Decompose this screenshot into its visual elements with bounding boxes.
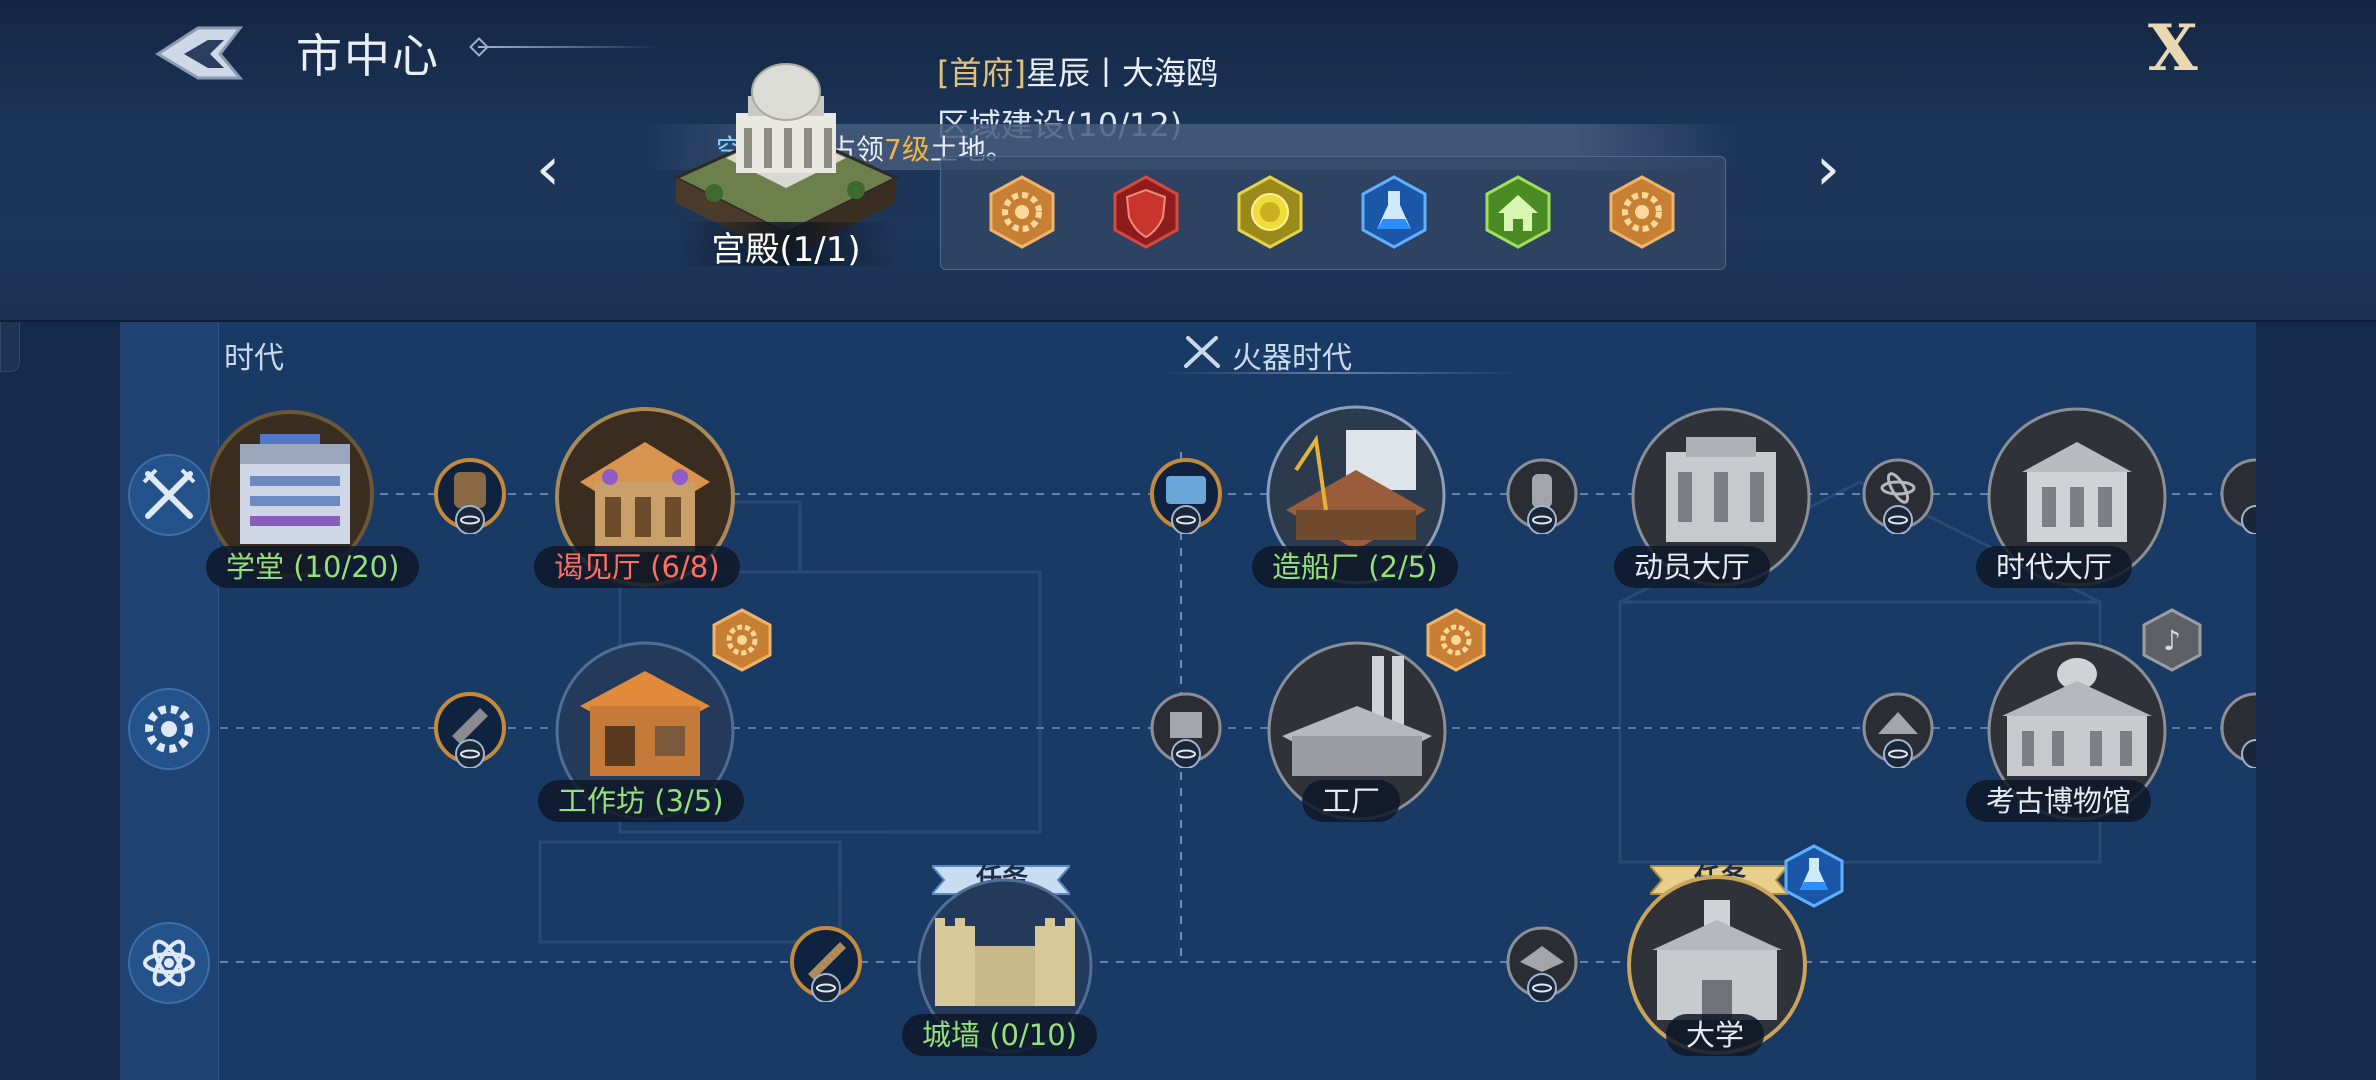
locked-badge-icon[interactable]: [2216, 454, 2256, 534]
owner-name: 星辰丨大海鸥: [1025, 54, 1218, 92]
university-label: 大学: [1666, 1014, 1765, 1056]
upgrade-badge-icon[interactable]: [786, 922, 866, 1002]
school-label: 学堂 (10/20): [206, 546, 420, 588]
palace-label: 宫殿(1/1): [676, 222, 896, 270]
bonus-icon-tray: [940, 156, 1726, 270]
era-hall-label: 时代大厅: [1976, 546, 2133, 588]
gear-icon[interactable]: [124, 684, 214, 774]
era-label-firearms: 火器时代: [1232, 341, 1352, 376]
capital-tag: [首府]: [937, 54, 1026, 92]
workshop-label: 工作坊 (3/5): [538, 780, 744, 822]
era-label-left: 时代: [224, 341, 284, 376]
factory-label: 工厂: [1302, 780, 1401, 822]
upgrade-badge-icon[interactable]: [430, 688, 510, 768]
upgrade-badge-icon[interactable]: [430, 454, 510, 534]
close-button[interactable]: X: [2148, 14, 2198, 84]
era-underline: [1160, 372, 1520, 374]
locked-badge-icon[interactable]: [2216, 688, 2256, 768]
city-wall-label: 城墙 (0/10): [902, 1014, 1097, 1056]
locked-badge-icon[interactable]: [1502, 922, 1582, 1002]
coin-yellow-icon[interactable]: [1233, 175, 1307, 249]
archaeology-museum-label: 考古博物馆: [1966, 780, 2152, 822]
shipyard-label: 造船厂 (2/5): [1252, 546, 1458, 588]
back-arrow-icon[interactable]: [150, 18, 250, 88]
previous-arrow-icon[interactable]: ‹: [536, 134, 560, 204]
title-divider: [478, 46, 658, 48]
crossed-swords-icon[interactable]: [124, 450, 214, 540]
house-green-icon[interactable]: [1481, 175, 1555, 249]
locked-badge-icon[interactable]: [1858, 454, 1938, 534]
city-owner: [首府]星辰丨大海鸥: [937, 48, 1218, 94]
atom-icon[interactable]: [124, 918, 214, 1008]
audience-hall-label: 谒见厅 (6/8): [534, 546, 740, 588]
locked-badge-icon[interactable]: [1858, 688, 1938, 768]
mobilization-hall-label: 动员大厅: [1614, 546, 1771, 588]
gear-bronze-icon[interactable]: [1605, 175, 1679, 249]
next-arrow-icon[interactable]: ›: [1816, 134, 1840, 204]
locked-badge-icon[interactable]: [1502, 454, 1582, 534]
page-title: 市中心: [296, 29, 440, 83]
locked-badge-icon[interactable]: [1146, 688, 1226, 768]
shield-red-icon[interactable]: [1109, 175, 1183, 249]
flask-blue-icon[interactable]: [1357, 175, 1431, 249]
upgrade-badge-icon[interactable]: [1146, 454, 1226, 534]
muskets-icon: [1184, 336, 1220, 368]
gear-bronze-icon[interactable]: [985, 175, 1059, 249]
